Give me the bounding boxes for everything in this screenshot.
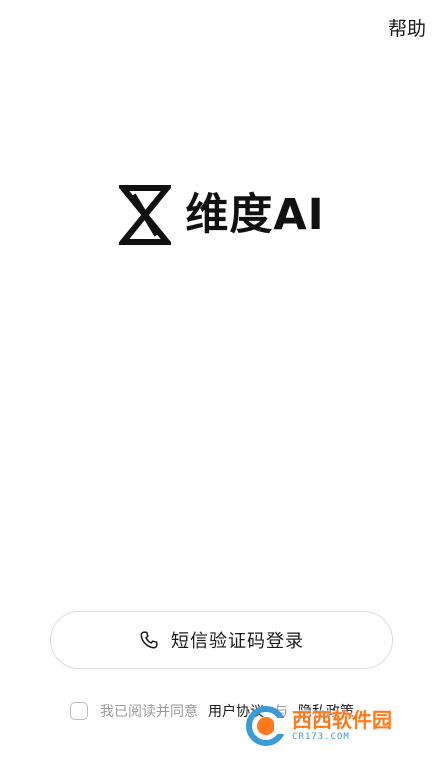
agreement-prefix: 我已阅读并同意 bbox=[100, 704, 198, 720]
app-brand: 维度AI bbox=[0, 185, 444, 245]
phone-icon bbox=[140, 631, 158, 649]
sms-login-label: 短信验证码登录 bbox=[171, 631, 304, 652]
agreement-checkbox[interactable] bbox=[70, 702, 88, 720]
watermark-subtext: CR173.COM bbox=[292, 732, 350, 742]
app-name: 维度AI bbox=[185, 190, 325, 240]
hourglass-logo-icon bbox=[119, 185, 172, 245]
sms-login-button[interactable]: 短信验证码登录 bbox=[50, 611, 393, 669]
agreement-row: 我已阅读并同意 用户协议 与 隐私政策 bbox=[70, 700, 354, 722]
privacy-policy-link[interactable]: 隐私政策 bbox=[298, 701, 354, 721]
help-link[interactable]: 帮助 bbox=[388, 16, 426, 42]
agreement-conjunction: 与 bbox=[274, 704, 288, 720]
user-agreement-link[interactable]: 用户协议 bbox=[208, 701, 264, 721]
